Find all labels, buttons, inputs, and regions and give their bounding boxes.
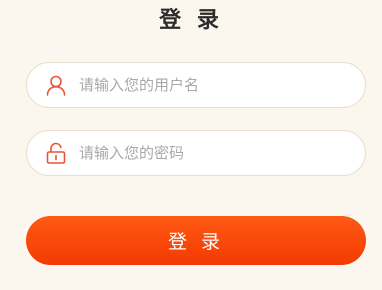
lock-icon [46, 142, 66, 164]
user-icon [46, 75, 66, 96]
login-button[interactable]: 登 录 [26, 216, 366, 265]
password-field[interactable] [26, 130, 366, 176]
username-input[interactable] [79, 63, 349, 107]
page-title: 登 录 [159, 8, 223, 33]
username-field[interactable] [26, 62, 366, 108]
password-input[interactable] [79, 131, 349, 175]
